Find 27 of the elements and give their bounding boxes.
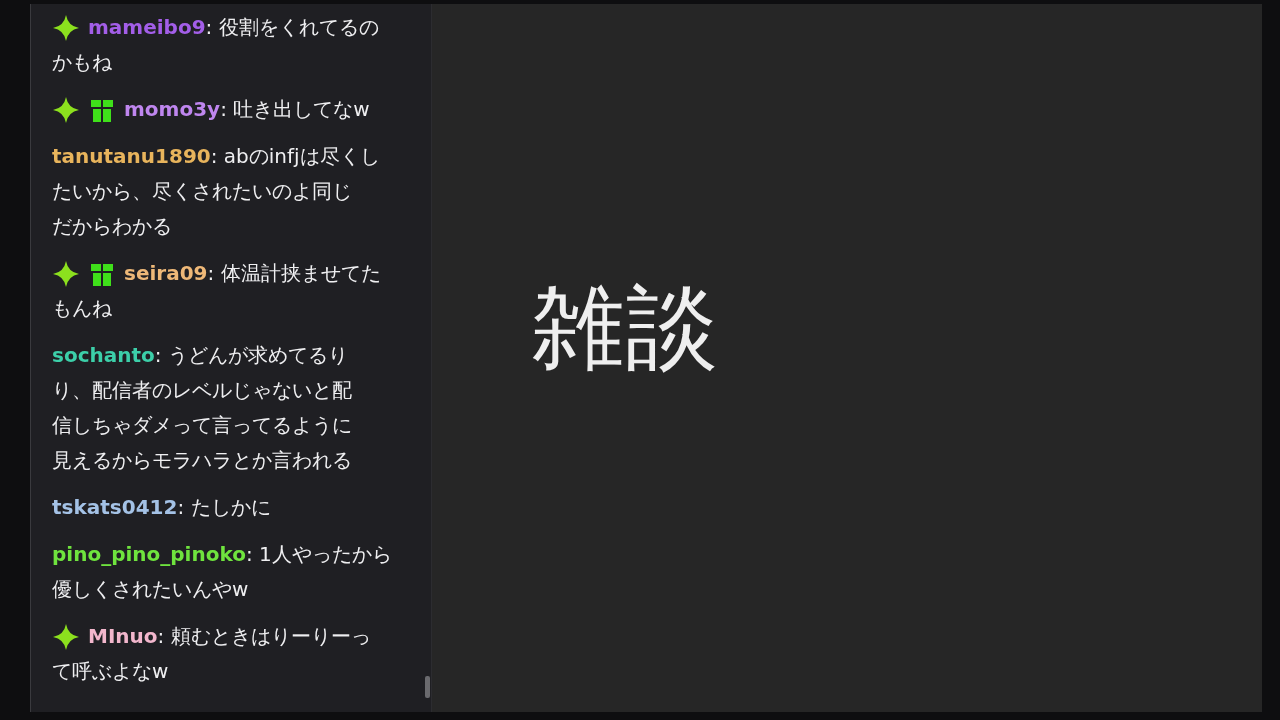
chat-text: たいから、尽くされたいのよ同じ (52, 179, 352, 203)
chat-text: だからわかる (52, 214, 172, 238)
chat-username[interactable]: mameibo9 (88, 10, 206, 45)
chat-text: 優しくされたいんやw (52, 577, 249, 601)
chat-username[interactable]: pino_pino_pinoko (52, 537, 246, 572)
chat-text: かもね (52, 50, 112, 74)
chat-text: て呼ぶよなw (52, 659, 169, 683)
chat-username[interactable]: momo3y (124, 92, 221, 127)
chat-text: : たしかに (177, 494, 271, 521)
chat-text: もんね (52, 296, 112, 320)
chat-text: : うどんが求めてるり (154, 342, 348, 369)
chat-text: り、配信者のレベルじゃないと配 (52, 378, 352, 402)
chat-text: : 吐き出してなw (220, 96, 370, 123)
chat-text: 信しちゃダメって言ってるように (52, 413, 352, 437)
scrollbar-thumb[interactable] (425, 676, 430, 698)
chat-text: : abのinfjは尽くし (210, 143, 380, 170)
chat-text: : 1人やったから (245, 541, 392, 568)
chat-username[interactable]: seira09 (124, 256, 208, 291)
chat-username[interactable]: sochanto (52, 338, 155, 373)
chat-text: : 体温計挟ませてた (207, 260, 381, 287)
chat-username[interactable]: MInuo (88, 619, 158, 654)
chat-username[interactable]: tanutanu1890 (52, 139, 211, 174)
chat-username[interactable]: tskats0412 (52, 490, 178, 525)
stage-title: 雑談 (532, 273, 720, 383)
chat-text: : 頼むときはりーりーっ (157, 623, 371, 650)
chat-text: 見えるからモラハラとか言われる (52, 448, 352, 472)
chat-text: : 役割をくれてるの (205, 14, 379, 41)
